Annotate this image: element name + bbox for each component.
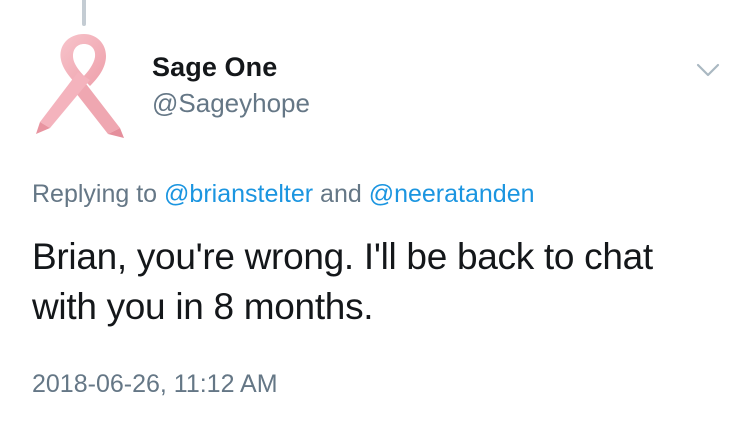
user-handle[interactable]: @Sageyhope <box>152 86 310 120</box>
reply-prefix: Replying to <box>32 180 158 208</box>
user-info: Sage One @Sageyhope <box>152 50 310 120</box>
display-name[interactable]: Sage One <box>152 50 310 84</box>
pink-ribbon-icon <box>36 34 124 138</box>
avatar[interactable] <box>28 30 140 142</box>
reply-conjunction: and <box>320 180 362 208</box>
chevron-down-icon[interactable] <box>694 56 722 84</box>
mention-link[interactable]: @neeratanden <box>369 180 535 208</box>
mention-link[interactable]: @brianstelter <box>164 180 313 208</box>
tweet-text: Brian, you're wrong. I'll be back to cha… <box>32 236 653 327</box>
thread-connector-line <box>82 0 86 26</box>
reply-context: Replying to @brianstelter and @neeratand… <box>32 177 535 211</box>
timestamp[interactable]: 2018-06-26, 11:12 AM <box>32 367 278 401</box>
